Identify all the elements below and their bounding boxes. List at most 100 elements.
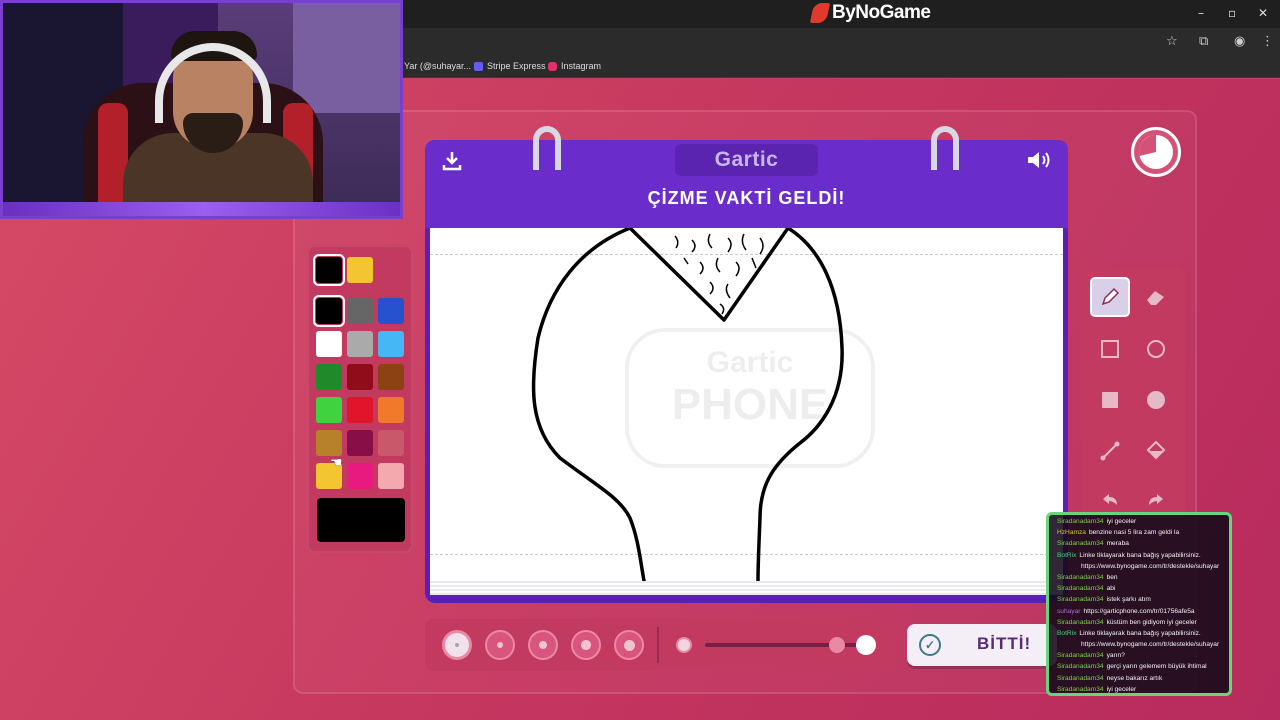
drawing-canvas[interactable]: Gartic PHONE [430, 228, 1063, 581]
chat-message: Siradanadam34 gerçi yarın gelemem büyük i… [1057, 661, 1226, 672]
stream-chat-overlay: Siradanadam34 iyi geceler HzHamza benzine n… [1046, 512, 1232, 696]
brush-size-panel [425, 619, 895, 671]
chat-message: Siradanadam34 iyi geceler [1057, 684, 1226, 693]
bynogame-logo: ByNoGame [809, 2, 931, 24]
chat-username: Siradanadam34 [1057, 596, 1104, 604]
chat-message: Siradanadam34 abi [1057, 583, 1226, 594]
chat-username: Siradanadam34 [1057, 540, 1104, 548]
brush-size-dot [539, 641, 547, 649]
color-swatch[interactable] [347, 364, 373, 390]
color-swatch[interactable] [316, 364, 342, 390]
checkmark-icon: ✓ [919, 634, 941, 656]
chat-username: suhayar [1057, 607, 1081, 615]
chat-text: Linke tiklayarak bana bağış yapabilirsin… [1079, 551, 1201, 559]
speaker-icon[interactable] [1025, 149, 1053, 174]
opacity-slider-handle[interactable] [829, 637, 845, 653]
chat-text: yarın? [1106, 652, 1125, 660]
color-swatch[interactable] [347, 463, 373, 489]
chat-text: neyse bakarız artık [1106, 674, 1163, 682]
color-palette [307, 245, 413, 553]
stripe-icon [474, 61, 483, 71]
chat-message: Siradanadam34 neyse bakarız artık [1057, 673, 1226, 684]
chat-text: Linke tiklayarak bana bağış yapabilirsin… [1079, 629, 1201, 637]
color-swatch[interactable] [313, 295, 345, 327]
chat-username: Siradanadam34 [1057, 585, 1104, 593]
webcam-frame-decoration [3, 202, 400, 216]
profile-icon[interactable]: ◉ [1234, 34, 1245, 49]
color-swatch[interactable] [378, 331, 404, 357]
color-swatch[interactable] [347, 430, 373, 456]
circle-outline-icon[interactable] [1136, 329, 1176, 369]
current-color-preview [317, 498, 405, 542]
recent-color-swatch[interactable] [313, 254, 345, 286]
brush-size-button[interactable] [614, 630, 644, 660]
notebook-page-edges [430, 581, 1063, 595]
maximize-button[interactable]: ▫ [1228, 6, 1236, 20]
drawing-tools-panel [1081, 267, 1185, 517]
bookmark-item[interactable]: Yar (@suhayar... [404, 61, 471, 71]
rect-filled-icon[interactable] [1090, 380, 1130, 420]
chat-message: BotRix Linke tiklayarak bana bağış yapabi… [1057, 550, 1226, 561]
line-icon[interactable] [1090, 431, 1130, 471]
notebook-ring [533, 126, 561, 170]
rect-outline-icon[interactable] [1090, 329, 1130, 369]
bookmark-star-icon[interactable]: ☆ [1166, 34, 1178, 49]
brush-size-button[interactable] [442, 630, 472, 660]
download-icon[interactable] [441, 150, 463, 175]
color-swatch[interactable] [378, 463, 404, 489]
color-swatch[interactable] [378, 397, 404, 423]
webcam-background [293, 3, 400, 113]
chat-username: BotRix [1057, 551, 1077, 559]
browser-menu-icon[interactable]: ⋮ [1261, 34, 1274, 49]
chat-username: Siradanadam34 [1057, 663, 1104, 671]
brush-size-button[interactable] [571, 630, 601, 660]
chat-username: Siradanadam34 [1057, 573, 1104, 581]
color-swatch[interactable] [378, 298, 404, 324]
recent-color-swatch[interactable] [347, 257, 373, 283]
chat-username: Siradanadam34 [1057, 652, 1104, 660]
opacity-min-indicator [676, 637, 692, 653]
notebook-ring [931, 126, 959, 170]
opacity-max-indicator [856, 635, 876, 655]
chat-message: Siradanadam34 meraba [1057, 538, 1226, 549]
pencil-icon[interactable] [1090, 277, 1130, 317]
brush-size-dot [623, 639, 635, 651]
chat-message: HzHamza benzine nasi 5 lira zam geldi la [1057, 527, 1226, 538]
bookmark-item[interactable]: Instagram [548, 61, 601, 71]
chat-message: Siradanadam34 küstüm ben gidiyom iyi gece… [1057, 617, 1226, 628]
color-swatch[interactable] [347, 331, 373, 357]
mouse-cursor-icon: ☚ [330, 455, 343, 471]
done-button[interactable]: ✓ BİTTİ! [907, 624, 1057, 666]
divider [657, 627, 659, 663]
brush-size-button[interactable] [485, 630, 515, 660]
extensions-icon[interactable]: ⧉ [1199, 34, 1208, 49]
chat-text: gerçi yarın gelemem büyük ihtimal [1106, 663, 1207, 671]
brush-size-dot [496, 641, 504, 649]
color-swatch[interactable] [378, 430, 404, 456]
bookmark-label: Instagram [561, 61, 602, 71]
color-swatch[interactable] [316, 397, 342, 423]
chat-text: https://garticphone.com/tr/01756afe5a [1083, 607, 1195, 615]
fill-bucket-icon[interactable] [1136, 431, 1176, 471]
user-drawing [531, 228, 844, 581]
brush-size-button[interactable] [528, 630, 558, 660]
color-swatch[interactable] [347, 397, 373, 423]
color-swatch[interactable] [316, 331, 342, 357]
brand-label: ByNoGame [832, 2, 931, 23]
prompt-title: ÇİZME VAKTİ GELDİ! [647, 188, 846, 208]
color-swatch[interactable] [316, 430, 342, 456]
close-window-button[interactable]: ✕ [1258, 6, 1268, 20]
eraser-icon[interactable] [1136, 277, 1176, 317]
timer-icon [1131, 127, 1181, 177]
minimize-button[interactable]: – [1198, 6, 1204, 20]
chat-text: iyi geceler [1106, 518, 1137, 525]
chat-text: https://www.bynogame.com/tr/destekle/suh… [1081, 641, 1220, 649]
bynogame-logo-mark-icon [809, 3, 831, 23]
instagram-icon [548, 61, 557, 71]
circle-filled-icon[interactable] [1136, 380, 1176, 420]
chat-text: benzine nasi 5 lira zam geldi la [1088, 529, 1180, 537]
bookmark-item[interactable]: Stripe Express [474, 61, 546, 71]
color-swatch[interactable] [347, 298, 373, 324]
brush-size-dot [454, 642, 460, 648]
color-swatch[interactable] [378, 364, 404, 390]
